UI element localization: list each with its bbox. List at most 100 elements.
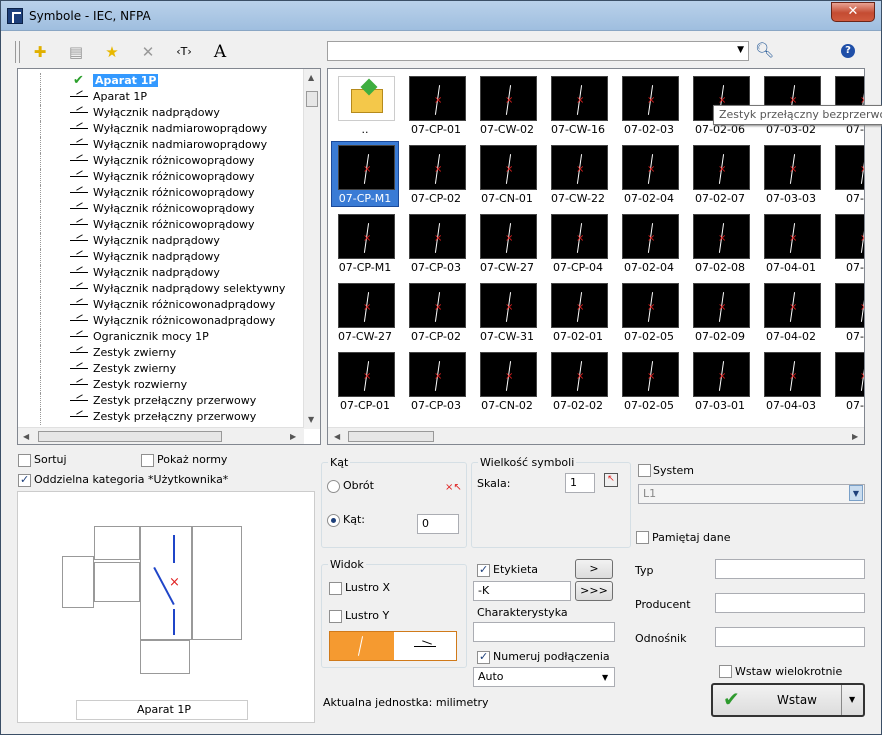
- symbol-cell[interactable]: 07-02-02: [545, 349, 611, 413]
- kat-input[interactable]: 0: [417, 514, 459, 534]
- scroll-thumb[interactable]: [348, 431, 434, 442]
- symbol-cell[interactable]: 07-02-05: [616, 280, 682, 344]
- scroll-thumb[interactable]: [38, 431, 222, 442]
- symbol-cell[interactable]: 07-02-01: [545, 280, 611, 344]
- tree-item[interactable]: Wyłącznik nadprądowy: [18, 105, 308, 121]
- symbol-cell[interactable]: 07-CP-M1: [331, 141, 399, 207]
- odnosnik-input[interactable]: [715, 627, 865, 647]
- tree-horizontal-scrollbar[interactable]: ◀ ▶: [18, 427, 304, 444]
- scale-pick-icon[interactable]: ↖: [604, 473, 618, 487]
- kat-radio[interactable]: [327, 514, 340, 527]
- tree-item[interactable]: Wyłącznik nadprądowy: [18, 249, 308, 265]
- symbol-cell[interactable]: 07-CP-03: [403, 211, 469, 275]
- tree-item[interactable]: Wyłącznik różnicowoprądowy: [18, 201, 308, 217]
- help-icon[interactable]: ?: [841, 44, 855, 58]
- tree-item[interactable]: Wyłącznik różnicowonadprądowy: [18, 313, 308, 329]
- tree-item[interactable]: Zestyk przełączny przerwowy: [18, 393, 308, 409]
- numeruj-select[interactable]: Auto ▼: [473, 667, 615, 687]
- symbol-cell[interactable]: 07-05: [829, 211, 864, 275]
- symbol-cell[interactable]: 07-04-02: [758, 280, 824, 344]
- vertical-orientation-option[interactable]: [330, 632, 394, 660]
- pamietaj-checkbox[interactable]: [636, 531, 649, 544]
- system-checkbox[interactable]: [638, 464, 651, 477]
- tree-item[interactable]: Wyłącznik nadprądowy selektywny: [18, 281, 308, 297]
- next-all-labels-button[interactable]: >>>: [575, 581, 613, 601]
- orientation-toggle[interactable]: [329, 631, 457, 661]
- symbol-cell[interactable]: 07-CW-31: [474, 280, 540, 344]
- symbol-cell[interactable]: 07-05: [829, 349, 864, 413]
- charakterystyka-input[interactable]: [473, 622, 615, 642]
- symbol-cell[interactable]: 07-02-04: [616, 142, 682, 206]
- symbol-cell[interactable]: 07-03-01: [687, 349, 753, 413]
- tree-item[interactable]: Wyłącznik nadprądowy: [18, 265, 308, 281]
- symbol-cell[interactable]: 07-02-04: [616, 211, 682, 275]
- tree-item[interactable]: Wyłącznik nadprądowy: [18, 233, 308, 249]
- wstaw-button[interactable]: ✔ Wstaw ▼: [711, 683, 865, 717]
- symbol-cell[interactable]: 07-CW-16: [545, 73, 611, 137]
- etykieta-input[interactable]: -K: [473, 581, 571, 601]
- symbol-cell[interactable]: 07-CP-M1: [332, 211, 398, 275]
- scroll-thumb[interactable]: [306, 91, 318, 107]
- tree-item[interactable]: Wyłącznik różnicowoprądowy: [18, 169, 308, 185]
- symbol-cell[interactable]: 07-CN-01: [474, 142, 540, 206]
- chevron-down-icon[interactable]: ▼: [602, 669, 608, 687]
- etykieta-checkbox[interactable]: [477, 563, 490, 577]
- add-icon[interactable]: ✚: [27, 39, 53, 65]
- chevron-down-icon[interactable]: ▼: [737, 45, 744, 55]
- symbol-cell[interactable]: 07-04-03: [758, 349, 824, 413]
- wstaw-wielokrotnie-checkbox[interactable]: [719, 665, 732, 678]
- tree-item[interactable]: Zestyk zwierny: [18, 361, 308, 377]
- symbol-cell[interactable]: 07-04-01: [758, 211, 824, 275]
- next-label-button[interactable]: >: [575, 559, 613, 579]
- search-combo[interactable]: ▼: [327, 41, 749, 61]
- tree-item[interactable]: Wyłącznik różnicowoprądowy: [18, 217, 308, 233]
- tree-item[interactable]: Zestyk przełączny przerwowy: [18, 409, 308, 425]
- tree-item[interactable]: Zestyk zwierny: [18, 345, 308, 361]
- symbol-cell[interactable]: 07-CP-02: [403, 142, 469, 206]
- sortuj-checkbox[interactable]: [18, 454, 31, 467]
- lustro-x-checkbox[interactable]: [329, 582, 342, 595]
- scroll-right-icon[interactable]: ▶: [290, 432, 296, 441]
- tree-item[interactable]: ✔ Aparat 1P: [18, 73, 308, 89]
- symbol-cell[interactable]: 07-CW-27: [332, 280, 398, 344]
- scroll-left-icon[interactable]: ◀: [334, 432, 340, 441]
- producent-input[interactable]: [715, 593, 865, 613]
- symbol-cell[interactable]: 07-CN-02: [474, 349, 540, 413]
- tree-item[interactable]: Ogranicznik mocy 1P: [18, 329, 308, 345]
- symbol-cell[interactable]: 07-03-03: [758, 142, 824, 206]
- symbol-cell[interactable]: 07-02-07: [687, 142, 753, 206]
- symbol-cell[interactable]: 07-02-03: [616, 73, 682, 137]
- tree-item[interactable]: Wyłącznik różnicowoprądowy: [18, 153, 308, 169]
- scroll-down-icon[interactable]: ▼: [308, 415, 314, 424]
- symbol-cell[interactable]: ..: [332, 73, 398, 137]
- symbol-cell[interactable]: 07-CP-01: [403, 73, 469, 137]
- favorite-star-icon[interactable]: ★: [99, 39, 125, 65]
- text-tool-icon[interactable]: ‹T›: [171, 39, 197, 65]
- pokaz-normy-checkbox[interactable]: [141, 454, 154, 467]
- scroll-left-icon[interactable]: ◀: [23, 432, 29, 441]
- tree-item[interactable]: Wyłącznik różnicowonadprądowy: [18, 297, 308, 313]
- symbol-cell[interactable]: 07-05: [829, 280, 864, 344]
- delete-icon[interactable]: ✕: [135, 39, 161, 65]
- close-button[interactable]: ✕: [831, 2, 875, 22]
- symbol-cell[interactable]: 07-02-09: [687, 280, 753, 344]
- tree-vertical-scrollbar[interactable]: ▲ ▼: [303, 69, 320, 429]
- symbol-cell[interactable]: 07-CP-01: [332, 349, 398, 413]
- horizontal-orientation-option[interactable]: [394, 632, 456, 660]
- typ-input[interactable]: [715, 559, 865, 579]
- scroll-right-icon[interactable]: ▶: [852, 432, 858, 441]
- tree-item[interactable]: Aparat 1P: [18, 89, 308, 105]
- symbol-cell[interactable]: 07-CP-03: [403, 349, 469, 413]
- search-icon[interactable]: 🔍︎: [755, 41, 774, 59]
- properties-icon[interactable]: ▤: [63, 39, 89, 65]
- tree-item[interactable]: Zestyk rozwierny: [18, 377, 308, 393]
- oddzielna-kategoria-checkbox[interactable]: [18, 473, 31, 487]
- chevron-down-icon[interactable]: ▼: [849, 695, 855, 704]
- scroll-up-icon[interactable]: ▲: [308, 73, 314, 82]
- symbol-cell[interactable]: 07-02-08: [687, 211, 753, 275]
- tree-item[interactable]: Wyłącznik różnicowoprądowy: [18, 185, 308, 201]
- symbol-cell[interactable]: 07-05: [829, 142, 864, 206]
- symbol-cell[interactable]: 07-CW-02: [474, 73, 540, 137]
- grid-horizontal-scrollbar[interactable]: ◀ ▶: [328, 427, 864, 444]
- symbol-cell[interactable]: 07-02-05: [616, 349, 682, 413]
